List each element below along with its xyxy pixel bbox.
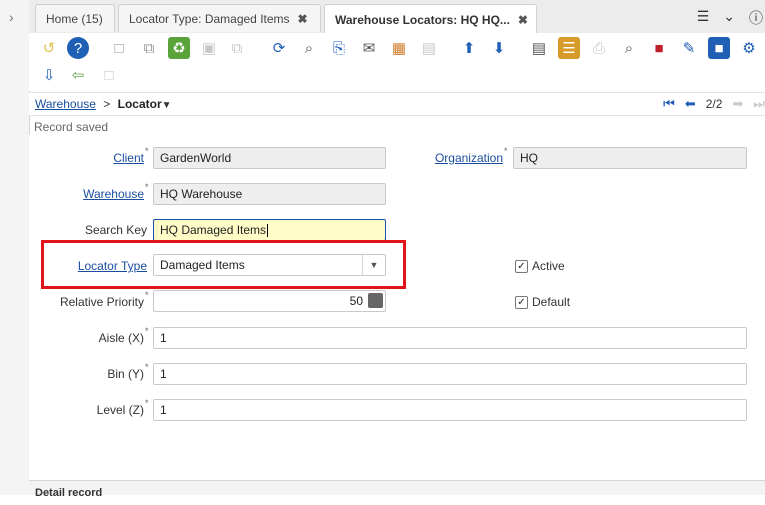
caret-down-icon[interactable]: ▼ <box>162 100 172 111</box>
export-icon[interactable]: ⇩ <box>38 64 60 86</box>
chevron-down-icon[interactable]: ▼ <box>362 255 385 275</box>
report-icon[interactable]: ▤ <box>528 37 550 59</box>
new-record-icon[interactable]: □ <box>108 37 130 59</box>
help-icon[interactable]: ? <box>67 37 89 59</box>
breadcrumb-separator: > <box>103 97 111 111</box>
close-icon[interactable]: ✖ <box>518 13 528 27</box>
level-label: Level (Z) <box>96 403 144 417</box>
last-record-icon[interactable]: ⏭ <box>753 96 765 112</box>
window-tabbar: Home (15) Locator Type: Damaged Items ✖ … <box>29 0 765 34</box>
bin-field[interactable]: 1 <box>153 363 747 385</box>
required-marker: * <box>145 326 149 336</box>
tab-warehouse-locators[interactable]: Warehouse Locators: HQ HQ... ✖ <box>324 4 537 34</box>
breadcrumb-warehouse-link[interactable]: Warehouse <box>35 97 96 111</box>
locator-type-value: Damaged Items <box>160 258 245 272</box>
attachment-icon[interactable]: ⎘ <box>328 37 350 59</box>
search-key-field[interactable]: HQ Damaged Items <box>153 219 386 241</box>
warehouse-label[interactable]: Warehouse <box>29 187 144 201</box>
save-icon[interactable]: ▣ <box>198 37 220 59</box>
import-icon[interactable]: ⇦ <box>67 64 89 86</box>
breadcrumb-current[interactable]: Locator <box>118 97 162 111</box>
required-marker: * <box>145 182 149 192</box>
aisle-label: Aisle (X) <box>98 331 144 345</box>
customize-icon[interactable]: ▤ <box>418 37 440 59</box>
delete-icon[interactable]: ♻ <box>168 37 190 59</box>
save-new-icon[interactable]: ⧉ <box>226 37 248 59</box>
checkbox-checked-icon[interactable]: ✓ <box>515 259 528 273</box>
active-label: Active <box>532 259 565 273</box>
settings-icon[interactable]: ⚙ <box>738 37 760 59</box>
client-field[interactable]: GardenWorld <box>153 147 386 169</box>
next-record-icon[interactable]: ➡ <box>732 96 743 112</box>
required-marker: * <box>145 362 149 372</box>
search-key-value: HQ Damaged Items <box>160 223 267 237</box>
bin-label: Bin (Y) <box>107 367 144 381</box>
locator-type-label[interactable]: Locator Type <box>29 259 147 273</box>
record-position: 2/2 <box>705 97 723 111</box>
copy-record-icon[interactable]: ⧉ <box>138 37 160 59</box>
client-label[interactable]: Client <box>29 151 144 165</box>
archive-icon[interactable]: ☰ <box>558 37 580 59</box>
zoom-across-icon[interactable]: ⌕ <box>618 37 640 59</box>
required-marker: * <box>145 290 149 300</box>
tab-locator-type[interactable]: Locator Type: Damaged Items ✖ <box>118 4 321 32</box>
locator-type-select[interactable]: Damaged Items ▼ <box>153 254 386 276</box>
side-panel-collapsed[interactable]: › <box>0 0 30 495</box>
default-checkbox[interactable]: ✓ Default <box>515 295 570 309</box>
warehouse-field[interactable]: HQ Warehouse <box>153 183 386 205</box>
tab-label: Warehouse Locators: HQ HQ... <box>335 12 510 27</box>
menu-icon[interactable]: ☰ <box>697 8 710 28</box>
first-record-icon[interactable]: ⏮ <box>663 96 675 112</box>
refresh-icon[interactable]: ⟳ <box>268 37 290 59</box>
detail-record-header[interactable]: Detail record <box>29 480 765 499</box>
tab-home[interactable]: Home (15) <box>35 4 115 32</box>
status-message: Record saved <box>34 120 109 134</box>
aisle-field[interactable]: 1 <box>153 327 747 349</box>
relative-priority-field[interactable]: 50 <box>153 290 386 312</box>
tab-label: Locator Type: Damaged Items <box>129 11 290 26</box>
close-icon[interactable]: ✖ <box>298 12 308 26</box>
required-marker: * <box>504 146 508 156</box>
locator-form: Client * GardenWorld Organization * HQ W… <box>29 135 765 480</box>
undo-icon[interactable]: ↺ <box>38 37 60 59</box>
previous-record-icon[interactable]: ⬅ <box>685 96 696 112</box>
organization-field[interactable]: HQ <box>513 147 747 169</box>
text-cursor <box>267 224 269 238</box>
find-icon[interactable]: ⌕ <box>298 37 320 59</box>
active-workflows-icon[interactable]: ■ <box>648 37 670 59</box>
search-key-label: Search Key <box>84 223 147 237</box>
relative-priority-value: 50 <box>349 294 363 308</box>
parent-record-icon[interactable]: ⬆ <box>458 37 480 59</box>
record-navigation: ⏮ ⬅ 2/2 ➡ ⏭ <box>663 96 765 112</box>
detail-record-icon[interactable]: ⬇ <box>488 37 510 59</box>
requests-icon[interactable]: ✎ <box>678 37 700 59</box>
checkbox-checked-icon[interactable]: ✓ <box>515 295 528 309</box>
organization-label[interactable]: Organization <box>409 151 503 165</box>
relative-priority-label: Relative Priority <box>59 295 144 309</box>
print-icon[interactable]: ⎙ <box>588 37 610 59</box>
tabbar-tools: ☰ ⌄ ⓘ <box>697 8 765 28</box>
toolbar: ↺ ? □ ⧉ ♻ ▣ ⧉ ⟳ ⌕ ⎘ ✉ ▦ ▤ ⬆ ⬇ ▤ ☰ ⎙ ⌕ ■ … <box>29 33 765 91</box>
required-marker: * <box>145 398 149 408</box>
quick-form-icon[interactable]: □ <box>98 64 120 86</box>
calculator-icon[interactable] <box>368 293 383 308</box>
default-label: Default <box>532 295 571 309</box>
help-icon[interactable]: ⓘ <box>749 8 763 28</box>
tab-label: Home (15) <box>46 11 103 26</box>
product-info-icon[interactable]: ■ <box>708 37 730 59</box>
chat-icon[interactable]: ✉ <box>358 37 380 59</box>
expand-panel-icon[interactable]: › <box>9 9 14 25</box>
chevron-down-icon[interactable]: ⌄ <box>723 8 735 28</box>
required-marker: * <box>145 146 149 156</box>
level-field[interactable]: 1 <box>153 399 747 421</box>
grid-toggle-icon[interactable]: ▦ <box>388 37 410 59</box>
breadcrumb: Warehouse > Locator▼ ⏮ ⬅ 2/2 ➡ ⏭ <box>29 92 765 116</box>
active-checkbox[interactable]: ✓ Active <box>515 259 565 273</box>
